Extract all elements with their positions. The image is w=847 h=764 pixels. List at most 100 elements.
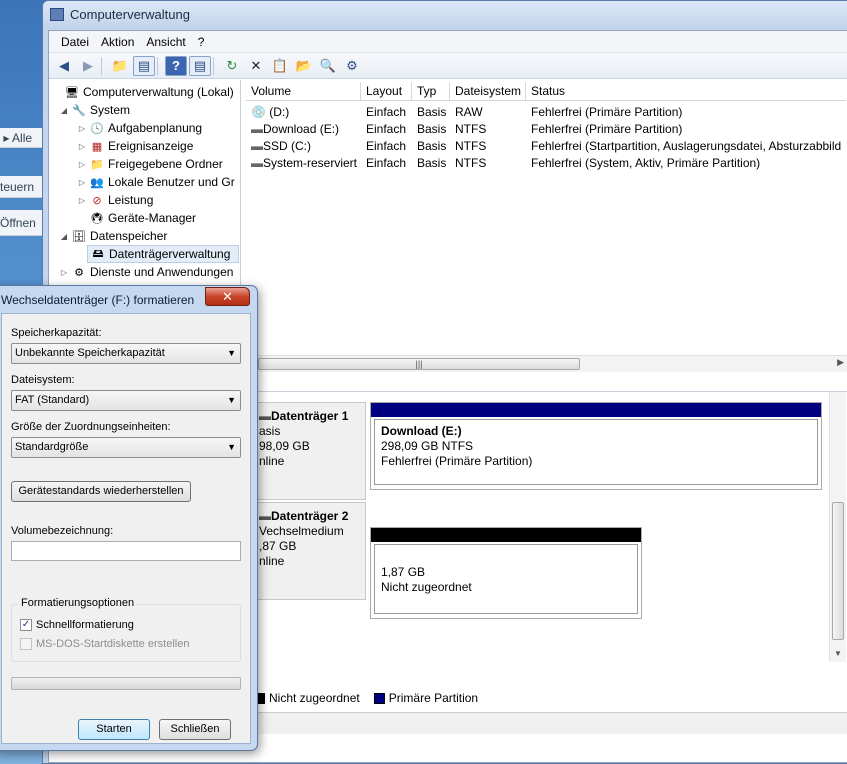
properties-icon[interactable]: 📋 [269, 56, 291, 76]
refresh-icon[interactable]: ↻ [221, 56, 243, 76]
scroll-right-icon[interactable]: ▶ [837, 357, 844, 368]
background-open-button[interactable]: Öffnen [0, 210, 46, 236]
chevron-down-icon: ▼ [227, 442, 236, 452]
disk-1-label[interactable]: ▬Datenträger 1 asis 98,09 GB nline [248, 402, 366, 500]
volume-list: Volume Layout Typ Dateisystem Status 💿 (… [246, 82, 847, 372]
cell-status: Fehlerfrei (Startpartition, Auslagerungs… [531, 139, 842, 153]
disk-name: Datenträger 1 [271, 409, 349, 423]
start-button[interactable]: Starten [78, 719, 150, 740]
column-header-volume[interactable]: Volume [246, 82, 361, 100]
expand-icon[interactable]: ▷ [77, 196, 87, 205]
tree-item-performance[interactable]: ▷ ⊘ Leistung [77, 191, 153, 209]
drive-icon: ▬ [251, 122, 263, 136]
back-icon[interactable]: ◀ [53, 56, 75, 76]
cell-text: System-reserviert [263, 156, 358, 170]
cell-type: Basis [417, 122, 447, 136]
close-button[interactable]: Schließen [159, 719, 231, 740]
table-row[interactable]: ▬System-reserviert Einfach Basis NTFS Fe… [246, 155, 846, 172]
tree-item-storage[interactable]: ◢ 🗄 Datenspeicher [59, 227, 167, 245]
cell-type: Basis [417, 105, 447, 119]
drive-icon: ▬ [251, 139, 263, 153]
column-header-layout[interactable]: Layout [361, 82, 412, 100]
table-row[interactable]: 💿 (D:) Einfach Basis RAW Fehlerfrei (Pri… [246, 104, 846, 121]
cell-filesystem: RAW [455, 105, 483, 119]
partition-download[interactable]: Download (E:) 298,09 GB NTFS Fehlerfrei … [370, 402, 822, 490]
collapse-icon[interactable]: ◢ [59, 106, 69, 115]
table-row[interactable]: ▬Download (E:) Einfach Basis NTFS Fehler… [246, 121, 846, 138]
scroll-down-icon[interactable]: ▼ [834, 649, 842, 658]
tree-item-services[interactable]: ▷ ⚙ Dienste und Anwendungen [59, 263, 234, 281]
cell-type: Basis [417, 156, 447, 170]
partition-size: 298,09 GB NTFS [381, 439, 474, 453]
help-icon[interactable]: ? [165, 55, 187, 76]
expand-icon[interactable]: ▷ [77, 160, 87, 169]
vertical-scrollbar[interactable]: ▼ [829, 392, 846, 662]
restore-defaults-button[interactable]: Gerätestandards wiederherstellen [11, 481, 191, 502]
tree-item-task-scheduler[interactable]: ▷ 🕓 Aufgabenplanung [77, 119, 202, 137]
tree-item-computer-management[interactable]: 🖥 Computerverwaltung (Lokal) [52, 83, 234, 101]
show-hide-tree-icon[interactable]: ▤ [133, 55, 155, 76]
close-icon[interactable]: ✕ [205, 287, 250, 306]
partition-unallocated[interactable]: 1,87 GB Nicht zugeordnet [370, 527, 642, 619]
clock-icon: 🕓 [90, 122, 104, 135]
window-title: Computerverwaltung [70, 7, 190, 22]
tree-item-shared-folders[interactable]: ▷ 📁 Freigegebene Ordner [77, 155, 223, 173]
quick-format-checkbox[interactable]: ✓ Schnellformatierung [20, 619, 134, 631]
menu-file[interactable]: Datei [55, 35, 95, 49]
storage-icon: 🗄 [72, 230, 86, 243]
menu-view[interactable]: Ansicht [140, 35, 191, 49]
menu-help[interactable]: ? [192, 35, 211, 49]
expand-icon[interactable]: ▷ [77, 142, 87, 151]
shared-folder-icon: 📁 [90, 158, 104, 171]
forward-icon[interactable]: ▶ [77, 56, 99, 76]
disk-state: nline [259, 554, 285, 568]
open-folder-icon[interactable]: 📂 [293, 56, 315, 76]
filesystem-label: Dateisystem: [11, 374, 75, 386]
expand-icon[interactable]: ▷ [77, 178, 87, 187]
removable-disk-icon: ▬ [259, 509, 271, 523]
toolbar-separator [213, 56, 219, 75]
action-pane-icon[interactable]: ▤ [189, 55, 211, 76]
column-header-status[interactable]: Status [526, 82, 846, 100]
tree-item-device-manager[interactable]: 🖲 Geräte-Manager [77, 209, 196, 227]
allocation-select[interactable]: Standardgröße ▼ [11, 437, 241, 458]
chevron-down-icon: ▼ [227, 348, 236, 358]
filesystem-select[interactable]: FAT (Standard) ▼ [11, 390, 241, 411]
tree-item-local-users[interactable]: ▷ 👥 Lokale Benutzer und Gr [77, 173, 235, 191]
disk-size: ,87 GB [259, 539, 297, 553]
expand-icon[interactable]: ▷ [77, 124, 87, 133]
format-options-label: Formatierungsoptionen [18, 597, 138, 609]
msdos-boot-label: MS-DOS-Startdiskette erstellen [36, 638, 190, 650]
tree-item-event-viewer[interactable]: ▷ ▦ Ereignisanzeige [77, 137, 193, 155]
column-header-filesystem[interactable]: Dateisystem [450, 82, 526, 100]
cell-filesystem: NTFS [455, 139, 487, 153]
expand-icon[interactable]: ▷ [59, 268, 69, 277]
disk-management-icon: 🖴 [92, 247, 104, 260]
volume-label-input[interactable] [11, 541, 241, 561]
settings-icon[interactable]: ⚙ [341, 56, 363, 76]
legend-label: Nicht zugeordnet [269, 691, 360, 705]
cell-volume: 💿 (D:) [246, 104, 361, 121]
partition-status: Nicht zugeordnet [381, 580, 472, 594]
msdos-boot-checkbox[interactable]: MS-DOS-Startdiskette erstellen [20, 638, 189, 650]
collapse-icon[interactable]: ◢ [59, 232, 69, 241]
chevron-down-icon: ▼ [227, 395, 236, 405]
cell-volume: ▬Download (E:) [246, 121, 361, 138]
search-icon[interactable]: 🔍 [317, 56, 339, 76]
title-bar[interactable]: Computerverwaltung [43, 1, 847, 29]
menu-action[interactable]: Aktion [95, 35, 140, 49]
capacity-select[interactable]: Unbekannte Speicherkapazität ▼ [11, 343, 241, 364]
table-row[interactable]: ▬SSD (C:) Einfach Basis NTFS Fehlerfrei … [246, 138, 846, 155]
horizontal-scrollbar[interactable]: ||| ▶ [246, 355, 847, 372]
column-header-type[interactable]: Typ [412, 82, 450, 100]
up-folder-icon[interactable]: 📁 [109, 56, 131, 76]
scrollbar-thumb[interactable]: ||| [258, 358, 580, 370]
tree-item-disk-management[interactable]: 🖴 Datenträgerverwaltung [87, 245, 239, 263]
scrollbar-thumb[interactable] [832, 502, 844, 640]
tree-item-system[interactable]: ◢ 🔧 System [59, 101, 130, 119]
cell-text: (D:) [269, 105, 290, 119]
disk-2-label[interactable]: ▬Datenträger 2 Vechselmedium ,87 GB nlin… [248, 502, 366, 600]
checkbox-box [20, 638, 32, 650]
delete-icon[interactable]: ✕ [245, 56, 267, 76]
cell-text: Download (E:) [263, 122, 340, 136]
